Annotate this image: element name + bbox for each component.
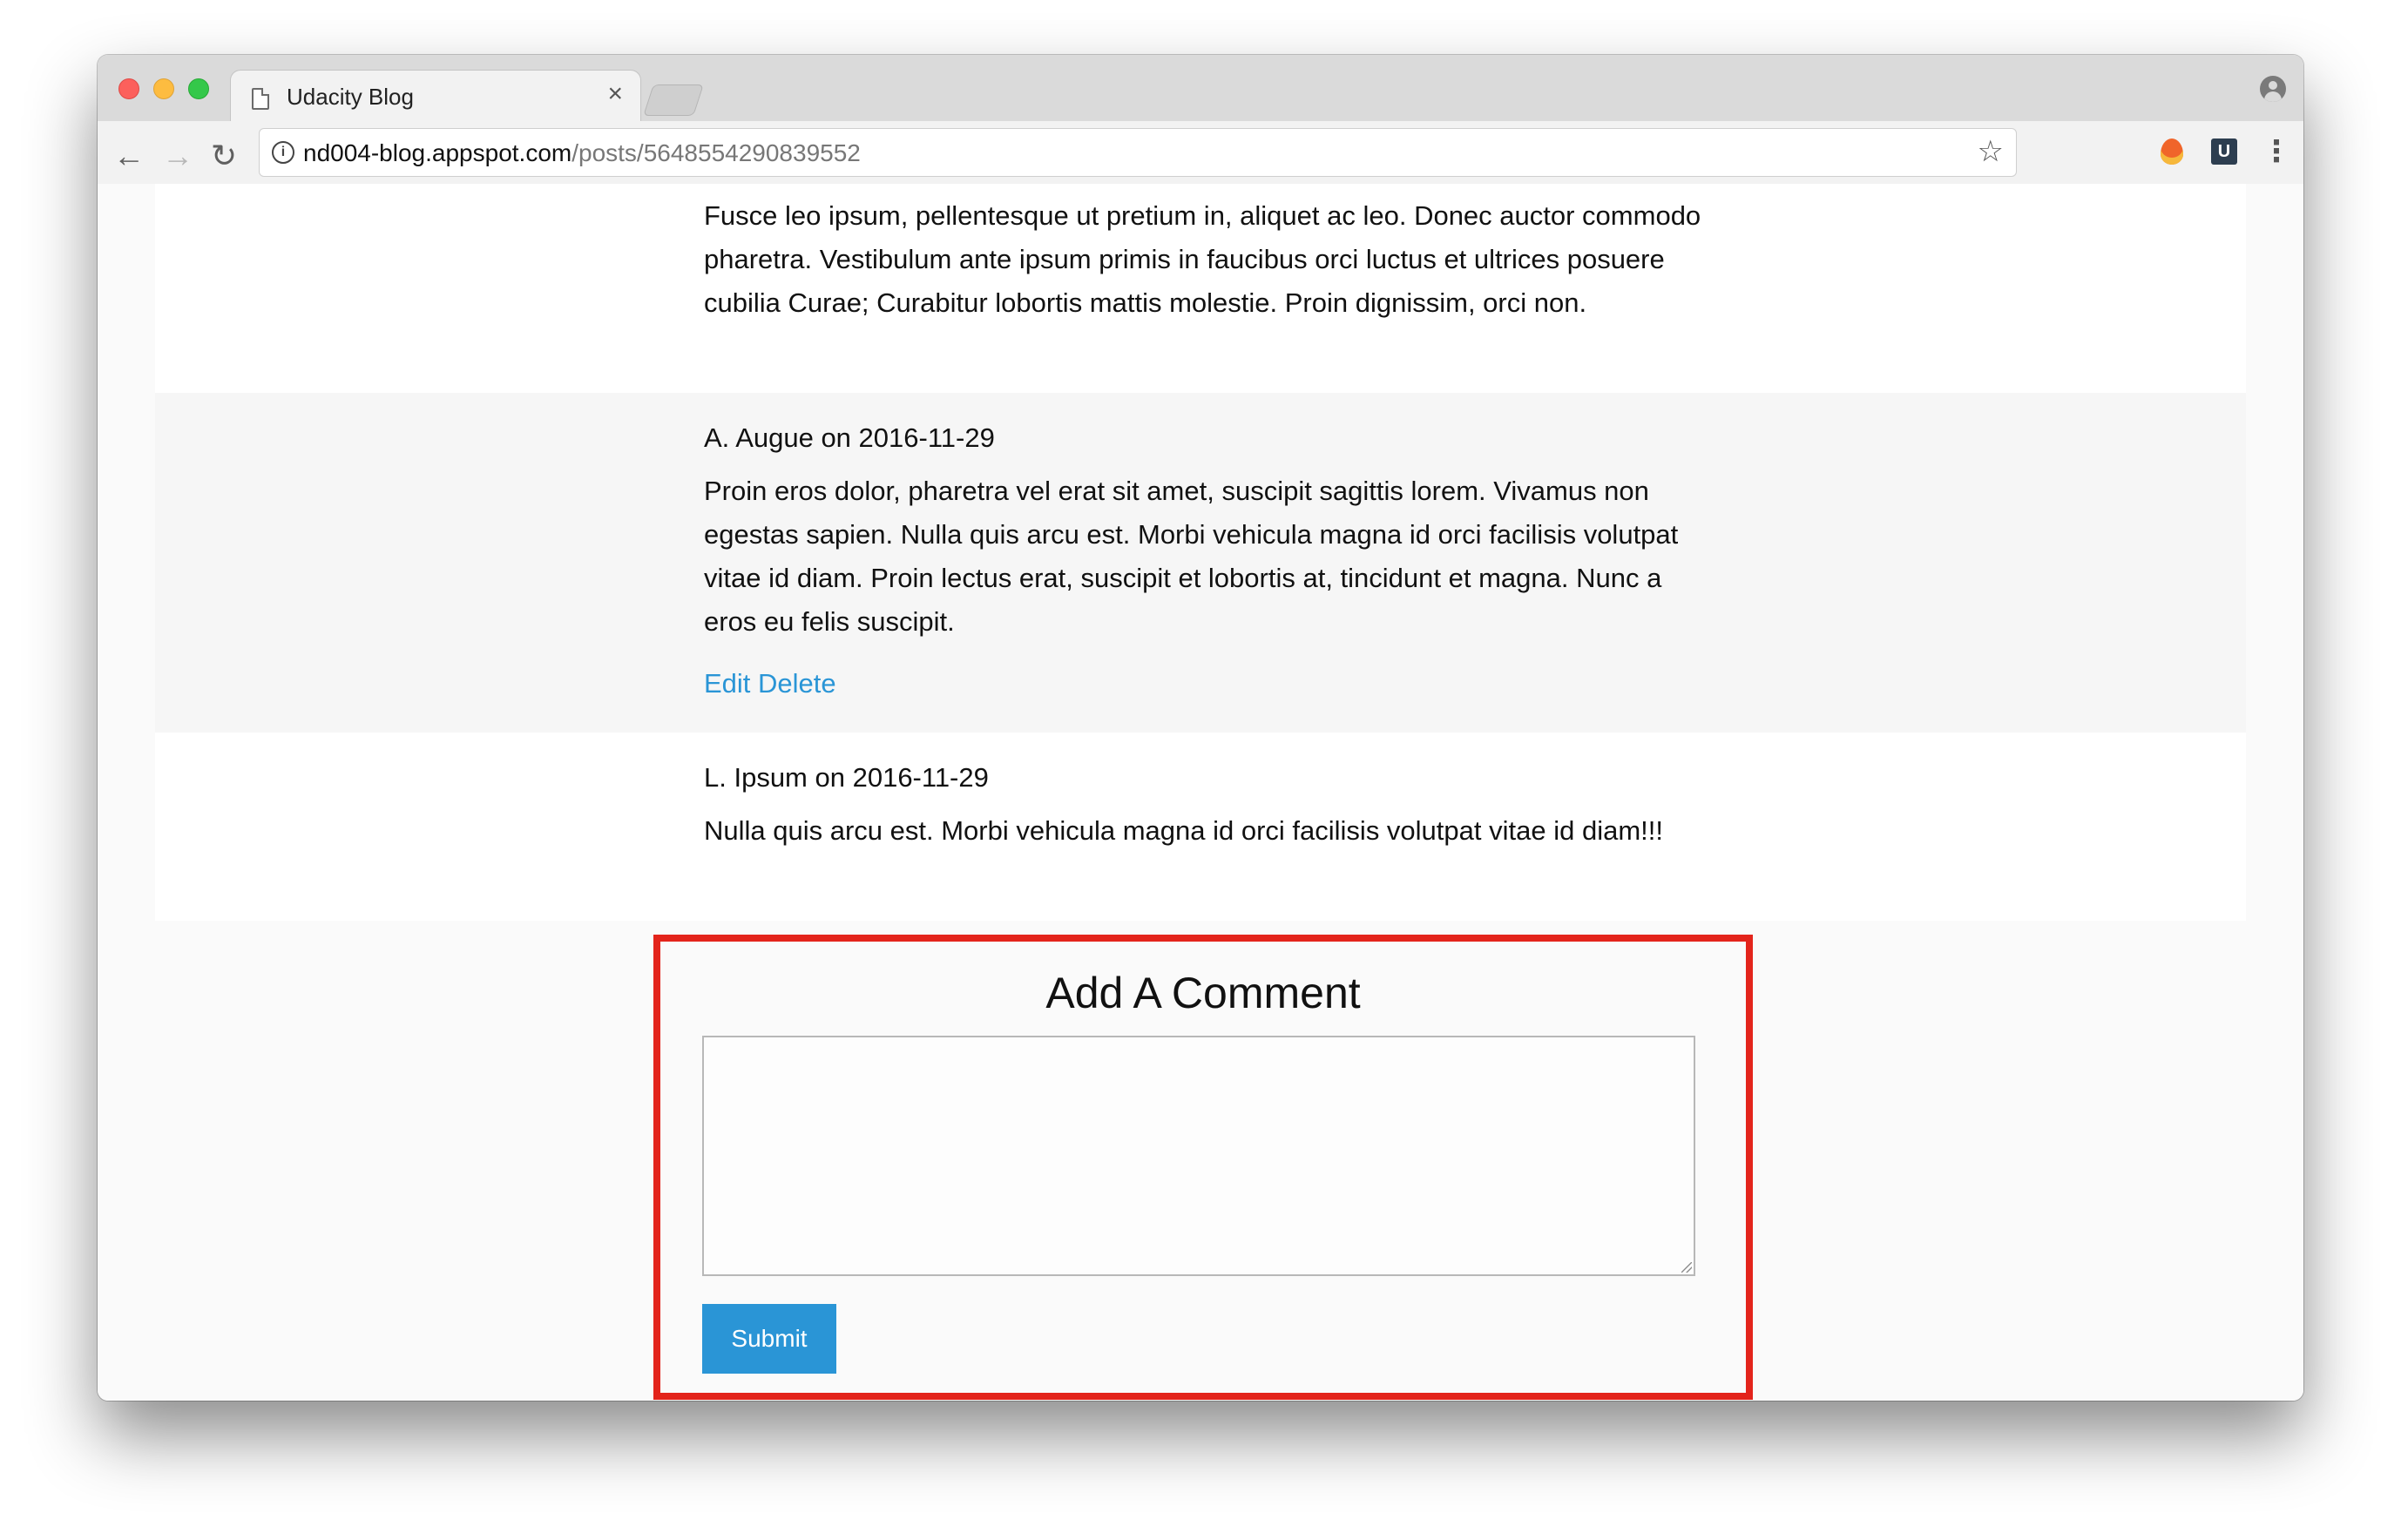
window-minimize-button[interactable] — [153, 78, 174, 99]
url-text[interactable]: nd004-blog.appspot.com/posts/56485542908… — [303, 139, 861, 167]
bookmark-star-icon[interactable]: ☆ — [1978, 137, 2004, 166]
url-host: nd004-blog.appspot.com — [303, 139, 572, 166]
tab-udacity-blog[interactable]: Udacity Blog × — [230, 70, 641, 125]
tab-close-icon[interactable]: × — [607, 81, 623, 107]
url-path: /posts/5648554290839552 — [572, 139, 861, 166]
tab-title: Udacity Blog — [287, 84, 414, 110]
comment-text: Fusce leo ipsum, pellentesque ut pretium… — [704, 200, 1701, 318]
fire-extension-icon[interactable] — [2161, 138, 2183, 165]
udacity-extension-icon[interactable]: U — [2211, 138, 2237, 165]
tab-bar: Udacity Blog × — [98, 55, 2303, 125]
browser-window: Udacity Blog × ← → ↻ i nd004-blog.appspo… — [98, 55, 2303, 1401]
comment-text: Nulla quis arcu est. Morbi vehicula magn… — [704, 815, 1663, 846]
comment-item: L. Ipsum on 2016-11-29 Nulla quis arcu e… — [155, 733, 2246, 921]
form-title: Add A Comment — [1045, 969, 1361, 1017]
profile-icon[interactable] — [2260, 76, 2286, 102]
comment-item: A. Augue on 2016-11-29 Proin eros dolor,… — [155, 393, 2246, 733]
menu-dots-icon[interactable]: ⋮ — [2262, 137, 2291, 166]
comment-meta: L. Ipsum on 2016-11-29 — [704, 762, 989, 793]
add-comment-form: Add A Comment Submit — [653, 935, 1753, 1400]
window-maximize-button[interactable] — [188, 78, 209, 99]
comment-textarea[interactable] — [702, 1036, 1695, 1276]
resize-handle-icon[interactable] — [1681, 1262, 1692, 1273]
address-bar[interactable]: i nd004-blog.appspot.com/posts/564855429… — [259, 128, 2017, 177]
comment-meta: A. Augue on 2016-11-29 — [704, 422, 995, 453]
comment-actions: Edit Delete — [704, 668, 1706, 699]
window-close-button[interactable] — [118, 78, 139, 99]
forward-arrow-icon[interactable]: → — [162, 140, 193, 172]
back-arrow-icon[interactable]: ← — [113, 140, 145, 172]
submit-button[interactable]: Submit — [702, 1304, 836, 1374]
comment-text: Proin eros dolor, pharetra vel erat sit … — [704, 476, 1679, 637]
edit-link[interactable]: Edit — [704, 668, 750, 699]
new-tab-button[interactable] — [643, 84, 704, 116]
delete-link[interactable]: Delete — [758, 668, 836, 699]
info-icon[interactable]: i — [272, 141, 294, 164]
comment-item: Fusce leo ipsum, pellentesque ut pretium… — [155, 184, 2246, 393]
reload-icon[interactable]: ↻ — [211, 140, 237, 172]
page-content: Fusce leo ipsum, pellentesque ut pretium… — [98, 184, 2303, 1401]
page-icon — [252, 88, 269, 110]
